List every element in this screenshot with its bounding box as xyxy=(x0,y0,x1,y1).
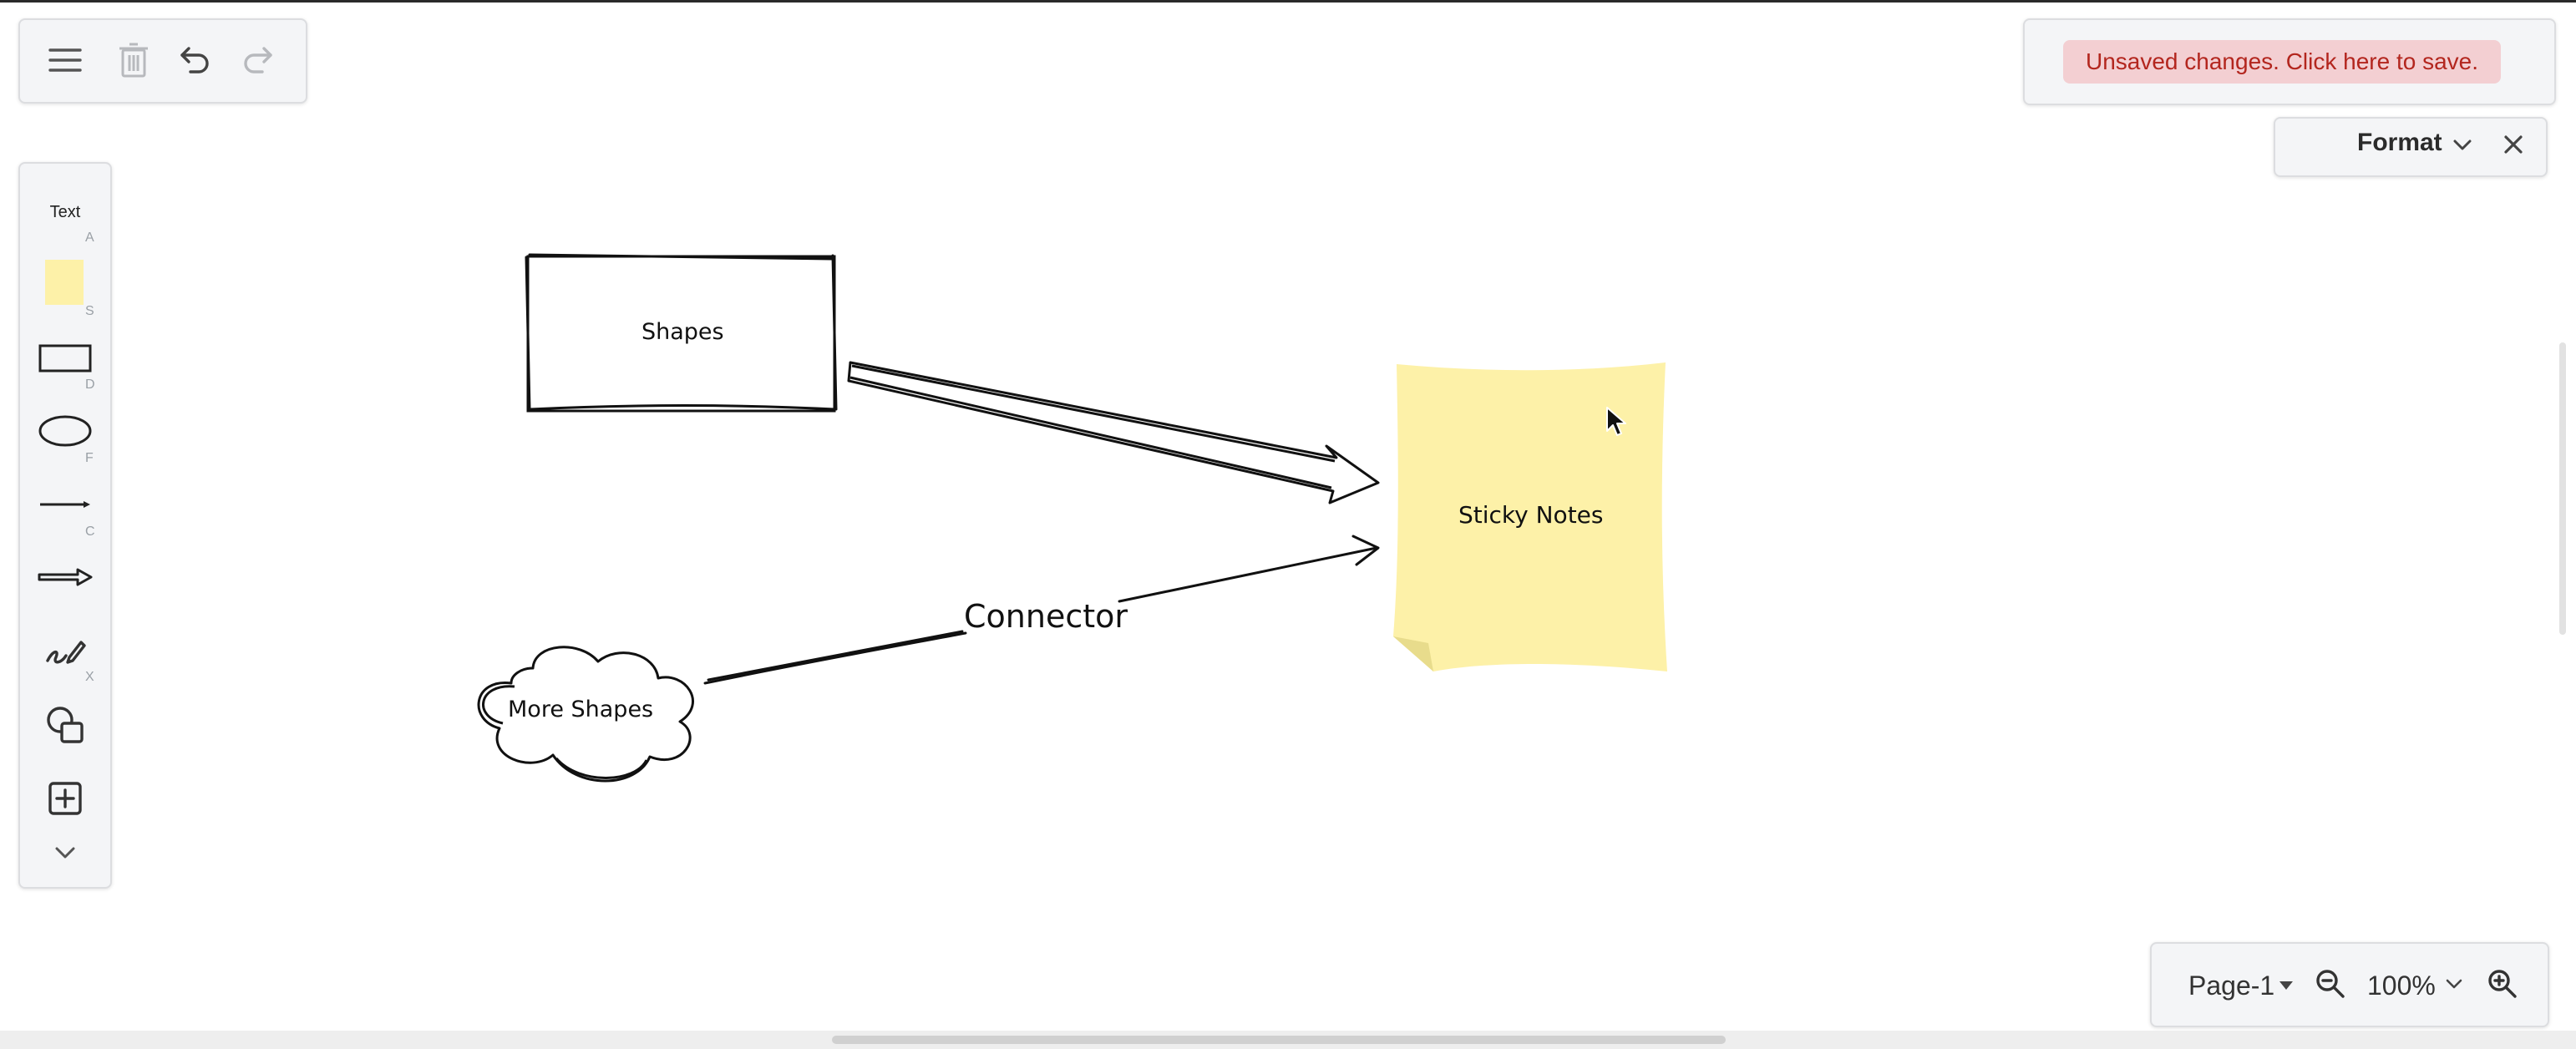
vertical-scroll-thumb[interactable] xyxy=(2559,342,2566,635)
drawing-canvas[interactable] xyxy=(0,0,2576,1049)
zoom-out-icon[interactable] xyxy=(2314,967,2347,1001)
diagram-editor: Unsaved changes. Click here to save. For… xyxy=(0,0,2576,1049)
mouse-cursor-icon xyxy=(1606,407,1626,436)
page-dropdown-caret-icon[interactable] xyxy=(2279,981,2294,991)
block-arrow[interactable] xyxy=(847,361,1380,504)
cloud-label: More Shapes xyxy=(508,697,654,722)
sticky-notes-label: Sticky Notes xyxy=(1458,501,1604,529)
zoom-dropdown-chevron-icon[interactable] xyxy=(2446,979,2462,991)
horizontal-scroll-thumb[interactable] xyxy=(832,1036,1726,1044)
page-selector[interactable]: Page-1 xyxy=(2188,970,2274,1001)
connector-label: Connector xyxy=(964,598,1128,635)
zoom-in-icon[interactable] xyxy=(2486,967,2519,1001)
zoom-level[interactable]: 100% xyxy=(2367,970,2436,1001)
shapes-label: Shapes xyxy=(641,319,724,345)
